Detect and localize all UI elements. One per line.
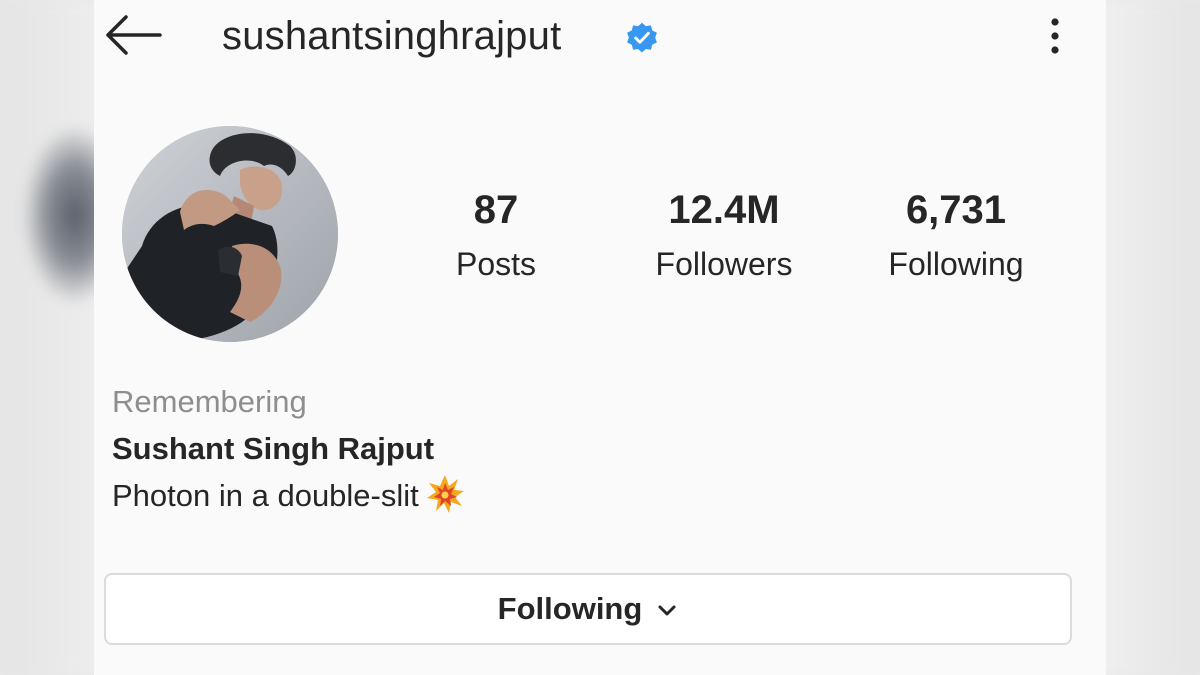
following-label: Following: [888, 246, 1024, 282]
more-options-icon[interactable]: [1040, 14, 1070, 58]
profile-bio: Remembering Sushant Singh Rajput Photon …: [112, 378, 465, 519]
followers-stat[interactable]: 12.4M Followers: [646, 190, 802, 280]
following-stat[interactable]: 6,731 Following: [876, 190, 1036, 280]
bio-text: Photon in a double-slit: [112, 478, 419, 513]
bio-text-line: Photon in a double-slit: [112, 472, 465, 519]
remembering-label: Remembering: [112, 384, 307, 419]
collision-icon: [425, 474, 465, 514]
profile-avatar[interactable]: [122, 126, 338, 342]
posts-stat[interactable]: 87 Posts: [444, 190, 548, 280]
following-button[interactable]: Following: [104, 573, 1072, 645]
followers-label: Followers: [655, 246, 793, 282]
profile-panel: sushantsinghrajput 87 Posts 12.4M Follow…: [94, 0, 1106, 675]
profile-full-name: Sushant Singh Rajput: [112, 431, 435, 466]
followers-count: 12.4M: [668, 188, 780, 232]
top-bar: sushantsinghrajput: [94, 0, 1106, 80]
following-button-label: Following: [497, 591, 643, 626]
posts-label: Posts: [455, 246, 537, 282]
back-arrow-icon[interactable]: [100, 12, 164, 58]
screen: sushantsinghrajput 87 Posts 12.4M Follow…: [0, 0, 1200, 675]
following-count: 6,731: [905, 188, 1007, 232]
chevron-down-icon: [656, 600, 678, 622]
profile-username: sushantsinghrajput: [222, 14, 562, 58]
verified-badge-icon: [625, 21, 659, 55]
posts-count: 87: [473, 188, 519, 232]
